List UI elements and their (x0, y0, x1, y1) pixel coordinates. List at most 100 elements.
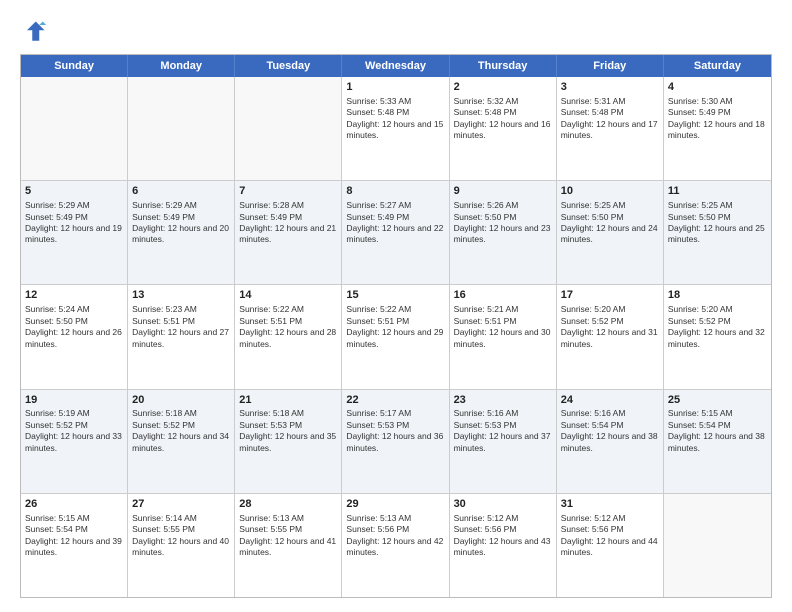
day-cell-16: 16Sunrise: 5:21 AMSunset: 5:51 PMDayligh… (450, 285, 557, 388)
day-number: 16 (454, 288, 552, 303)
sunrise-label: Sunrise: 5:16 AM (454, 408, 519, 418)
daylight-label: Daylight: 12 hours and 24 minutes. (561, 223, 658, 244)
day-cell-2: 2Sunrise: 5:32 AMSunset: 5:48 PM Daylight… (450, 77, 557, 180)
day-cell-8: 8Sunrise: 5:27 AM Sunset: 5:49 PMDaylight… (342, 181, 449, 284)
day-number: 8 (346, 184, 444, 199)
day-cell-19: 19Sunrise: 5:19 AMSunset: 5:52 PMDayligh… (21, 390, 128, 493)
day-cell-26: 26Sunrise: 5:15 AMSunset: 5:54 PMDayligh… (21, 494, 128, 597)
header-day-friday: Friday (557, 55, 664, 77)
daylight-label: Daylight: 12 hours and 21 minutes. (239, 223, 336, 244)
sunrise-label: Sunrise: 5:19 AM (25, 408, 90, 418)
day-cell-3: 3Sunrise: 5:31 AMSunset: 5:48 PMDaylight… (557, 77, 664, 180)
sunrise-label: Sunrise: 5:18 AM (132, 408, 197, 418)
day-cell-25: 25Sunrise: 5:15 AMSunset: 5:54 PMDayligh… (664, 390, 771, 493)
daylight-label: Daylight: 12 hours and 22 minutes. (346, 223, 443, 244)
calendar-week-3: 12Sunrise: 5:24 AMSunset: 5:50 PMDayligh… (21, 285, 771, 389)
daylight-label: Daylight: 12 hours and 15 minutes. (346, 119, 443, 140)
day-cell-28: 28Sunrise: 5:13 AMSunset: 5:55 PMDayligh… (235, 494, 342, 597)
day-cell-18: 18Sunrise: 5:20 AMSunset: 5:52 PMDayligh… (664, 285, 771, 388)
daylight-label: Daylight: 12 hours and 23 minutes. (454, 223, 551, 244)
sunrise-label: Sunrise: 5:13 AM (239, 513, 304, 523)
day-number: 14 (239, 288, 337, 303)
day-cell-17: 17Sunrise: 5:20 AM Sunset: 5:52 PMDayligh… (557, 285, 664, 388)
sunset-label: Sunset: 5:56 PM (454, 524, 517, 534)
sunset-label: Sunset: 5:49 PM (25, 212, 88, 222)
daylight-label: Daylight: 12 hours and 39 minutes. (25, 536, 122, 557)
day-cell-20: 20Sunrise: 5:18 AMSunset: 5:52 PMDayligh… (128, 390, 235, 493)
day-number: 31 (561, 497, 659, 512)
sunrise-label: Sunrise: 5:22 AM (239, 304, 304, 314)
calendar-week-1: 1Sunrise: 5:33 AMSunset: 5:48 PMDaylight… (21, 77, 771, 181)
day-number: 27 (132, 497, 230, 512)
sunset-label: Sunset: 5:49 PM (346, 212, 409, 222)
day-cell-12: 12Sunrise: 5:24 AMSunset: 5:50 PMDayligh… (21, 285, 128, 388)
day-number: 26 (25, 497, 123, 512)
sunset-label: Sunset: 5:51 PM (132, 316, 195, 326)
sunset-label: Sunset: 5:54 PM (561, 420, 624, 430)
empty-cell (664, 494, 771, 597)
sunrise-label: Sunrise: 5:16 AM (561, 408, 626, 418)
sunrise-label: Sunrise: 5:26 AM (454, 200, 519, 210)
daylight-label: Daylight: 12 hours and 40 minutes. (132, 536, 229, 557)
calendar-header: SundayMondayTuesdayWednesdayThursdayFrid… (21, 55, 771, 77)
daylight-label: Daylight: 12 hours and 43 minutes. (454, 536, 551, 557)
day-cell-27: 27Sunrise: 5:14 AMSunset: 5:55 PMDayligh… (128, 494, 235, 597)
sunrise-label: Sunrise: 5:32 AM (454, 96, 519, 106)
sunrise-label: Sunrise: 5:13 AM (346, 513, 411, 523)
day-cell-9: 9Sunrise: 5:26 AMSunset: 5:50 PMDaylight… (450, 181, 557, 284)
day-number: 9 (454, 184, 552, 199)
sunrise-label: Sunrise: 5:18 AM (239, 408, 304, 418)
header-day-thursday: Thursday (450, 55, 557, 77)
daylight-label: Daylight: 12 hours and 18 minutes. (668, 119, 765, 140)
sunrise-label: Sunrise: 5:27 AM (346, 200, 411, 210)
sunrise-label: Sunrise: 5:30 AM (668, 96, 733, 106)
sunset-label: Sunset: 5:49 PM (132, 212, 195, 222)
day-number: 1 (346, 80, 444, 95)
header (20, 18, 772, 46)
sunset-label: Sunset: 5:50 PM (25, 316, 88, 326)
sunset-label: Sunset: 5:55 PM (132, 524, 195, 534)
day-number: 17 (561, 288, 659, 303)
day-cell-30: 30Sunrise: 5:12 AMSunset: 5:56 PMDayligh… (450, 494, 557, 597)
sunrise-label: Sunrise: 5:17 AM (346, 408, 411, 418)
daylight-label: Daylight: 12 hours and 34 minutes. (132, 431, 229, 452)
day-number: 7 (239, 184, 337, 199)
sunset-label: Sunset: 5:50 PM (668, 212, 731, 222)
day-cell-10: 10Sunrise: 5:25 AM Sunset: 5:50 PMDayligh… (557, 181, 664, 284)
day-number: 4 (668, 80, 767, 95)
day-number: 22 (346, 393, 444, 408)
day-cell-1: 1Sunrise: 5:33 AMSunset: 5:48 PMDaylight… (342, 77, 449, 180)
day-number: 29 (346, 497, 444, 512)
day-number: 3 (561, 80, 659, 95)
day-number: 13 (132, 288, 230, 303)
daylight-label: Daylight: 12 hours and 26 minutes. (25, 327, 122, 348)
day-cell-7: 7Sunrise: 5:28 AMSunset: 5:49 PMDaylight… (235, 181, 342, 284)
day-cell-6: 6Sunrise: 5:29 AMSunset: 5:49 PMDaylight… (128, 181, 235, 284)
sunrise-label: Sunrise: 5:20 AM (561, 304, 626, 314)
day-cell-31: 31Sunrise: 5:12 AMSunset: 5:56 PMDayligh… (557, 494, 664, 597)
daylight-label: Daylight: 12 hours and 27 minutes. (132, 327, 229, 348)
sunset-label: Sunset: 5:48 PM (454, 107, 517, 117)
day-number: 2 (454, 80, 552, 95)
logo-icon (20, 18, 48, 46)
sunset-label: Sunset: 5:48 PM (346, 107, 409, 117)
sunset-label: Sunset: 5:52 PM (132, 420, 195, 430)
daylight-label: Daylight: 12 hours and 16 minutes. (454, 119, 551, 140)
sunset-label: Sunset: 5:50 PM (561, 212, 624, 222)
daylight-label: Daylight: 12 hours and 17 minutes. (561, 119, 658, 140)
daylight-label: Daylight: 12 hours and 38 minutes. (561, 431, 658, 452)
day-number: 5 (25, 184, 123, 199)
sunset-label: Sunset: 5:52 PM (561, 316, 624, 326)
sunrise-label: Sunrise: 5:25 AM (561, 200, 626, 210)
daylight-label: Daylight: 12 hours and 31 minutes. (561, 327, 658, 348)
daylight-label: Daylight: 12 hours and 42 minutes. (346, 536, 443, 557)
day-number: 10 (561, 184, 659, 199)
sunrise-label: Sunrise: 5:20 AM (668, 304, 733, 314)
sunrise-label: Sunrise: 5:28 AM (239, 200, 304, 210)
day-cell-21: 21Sunrise: 5:18 AMSunset: 5:53 PMDayligh… (235, 390, 342, 493)
sunrise-label: Sunrise: 5:12 AM (454, 513, 519, 523)
day-number: 24 (561, 393, 659, 408)
day-cell-24: 24Sunrise: 5:16 AM Sunset: 5:54 PMDayligh… (557, 390, 664, 493)
sunrise-label: Sunrise: 5:21 AM (454, 304, 519, 314)
sunset-label: Sunset: 5:56 PM (346, 524, 409, 534)
